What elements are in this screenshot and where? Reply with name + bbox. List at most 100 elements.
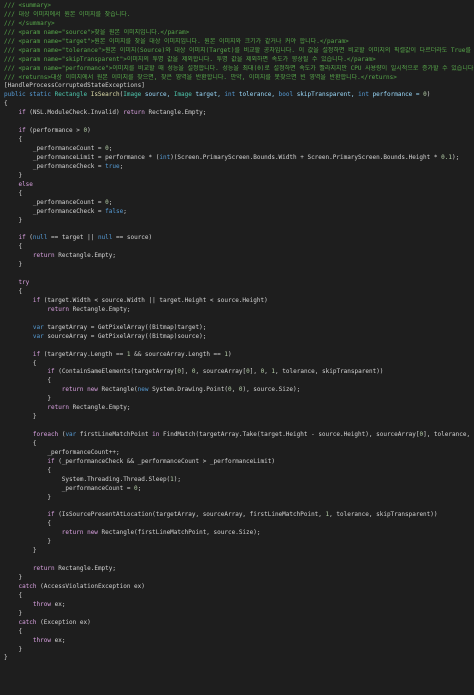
code-line: catch (AccessViolationException ex) (4, 583, 474, 592)
code-line: _performanceCheck = false; (4, 208, 474, 217)
code-token-control: if (32, 296, 44, 304)
code-token-plain: [HandleProcessCorruptedStateExceptions] (4, 82, 145, 90)
code-editor[interactable]: /// <summary>/// 대상 이미지에서 원본 이미지를 찾습니다. /… (0, 0, 474, 695)
code-token-plain: { (4, 439, 37, 447)
code-token-plain: } (4, 538, 51, 546)
code-line: else (4, 181, 474, 190)
code-token-type: Rectangle (54, 91, 91, 99)
code-line: if (ContainSameElements(targetArray[0], … (4, 368, 474, 377)
code-line: /// <param name="skipTransparent">이미지의 투… (4, 56, 474, 65)
code-token-plain: firstLineMatchPoint (79, 431, 153, 438)
code-line: } (4, 646, 474, 655)
code-line: _performanceCount++; (4, 449, 474, 458)
code-token-control: catch (18, 618, 41, 626)
code-line: var targetArray = GetPixelArray((Bitmap)… (4, 324, 474, 333)
code-line: } (4, 654, 474, 663)
code-line: { (4, 243, 474, 252)
code-line: _performanceCount = 0; (4, 145, 474, 154)
code-line: } (4, 217, 474, 226)
code-token-comment: /// <param name="tolerance">원본 이미지(Sourc… (4, 46, 471, 54)
code-view[interactable]: /// <summary>/// 대상 이미지에서 원본 이미지를 찾습니다. /… (4, 2, 474, 663)
code-line: return Rectangle.Empty; (4, 252, 474, 261)
code-token-comment: /// <returns>대상 이미지에서 원본 이미지를 찾으면, 찾은 영역… (4, 73, 397, 81)
code-token-plain: ); (451, 153, 460, 161)
code-line: /// 대상 이미지에서 원본 이미지를 찾습니다. (4, 11, 474, 20)
code-token-plain: ; (137, 484, 142, 492)
code-line: if (NSL.ModuleCheck.Invalid) return Rect… (4, 109, 474, 118)
code-token-comment: /// <summary> (4, 2, 51, 9)
code-token-plain: } (4, 395, 51, 403)
code-line: { (4, 467, 474, 476)
code-token-plain: ), source.Size); (242, 386, 301, 394)
code-token-plain: Rectangle.Empty; (58, 252, 116, 260)
code-token-plain: ], (249, 368, 261, 376)
code-token-plain: { (4, 591, 23, 599)
code-line: return Rectangle.Empty; (4, 306, 474, 315)
code-token-plain: (NSL.ModuleCheck.Invalid) (29, 109, 124, 117)
code-token-control: throw (32, 636, 55, 644)
code-line: /// <param name="target">원본 이미지를 찾을 대상 이… (4, 38, 474, 47)
code-token-comment: /// 대상 이미지에서 원본 이미지를 찾습니다. (4, 10, 131, 18)
code-token-plain: Rectangle.Empty; (148, 109, 207, 117)
code-token-plain: _performanceCount = (4, 484, 135, 492)
code-line: } (4, 494, 474, 503)
code-line: /// </summary> (4, 20, 474, 29)
code-token-control: if (47, 511, 59, 519)
code-token-keyword: true (105, 162, 120, 170)
code-line: if (IsSourcePresentAtLocation(targetArra… (4, 511, 474, 520)
code-token-control: return (32, 252, 59, 260)
code-line: } (4, 172, 474, 181)
code-token-param: performance = (372, 91, 424, 99)
code-token-plain: _performanceLimit = performance * ( (4, 153, 160, 161)
code-token-plain: (ContainSameElements(targetArray[ (58, 368, 178, 376)
code-token-keyword: new (137, 386, 153, 394)
code-token-control: return (47, 305, 73, 313)
code-line: return new Rectangle(new System.Drawing.… (4, 386, 474, 395)
code-token-plain: , sourceArray[ (195, 368, 247, 376)
code-token-comment: /// <param name="skipTransparent">이미지의 투… (4, 55, 376, 63)
code-token-control: throw (32, 600, 55, 608)
code-token-param: source, (144, 91, 174, 99)
code-line: if (targetArray.Length == 1 && sourceArr… (4, 351, 474, 360)
code-token-plain: } (4, 261, 23, 269)
code-line: /// <param name="source">찾을 원본 이미지입니다.</… (4, 29, 474, 38)
code-token-plain: ], (181, 368, 192, 376)
code-token-plain: ; (108, 145, 113, 152)
code-token-keyword: int (159, 153, 171, 161)
code-token-plain: ) (426, 91, 431, 99)
code-line: /// <param name="performance">이미지를 비교할 때… (4, 65, 474, 74)
code-token-plain: , tolerance, skipTransparent)) (329, 511, 438, 519)
code-token-control: if (47, 368, 59, 376)
code-line: { (4, 440, 474, 449)
code-token-plain: } (4, 654, 8, 662)
code-token-plain: { (4, 189, 23, 197)
code-token-plain: , tolerance, skipTransparent)) (275, 368, 384, 376)
code-token-keyword: null (32, 234, 51, 242)
code-token-control: foreach (32, 431, 62, 438)
code-token-plain: sourceArray = GetPixelArray((Bitmap)sour… (47, 332, 207, 340)
code-line: try (4, 279, 474, 288)
code-line: { (4, 136, 474, 145)
code-token-plain: ) (228, 350, 232, 358)
code-token-control: return (123, 109, 149, 117)
code-token-plain: { (4, 359, 37, 367)
code-token-control: in (152, 431, 163, 438)
code-line: if (performance > 0) (4, 127, 474, 136)
code-token-plain: (_performanceCheck && _performanceCount … (58, 457, 275, 465)
code-line: { (4, 592, 474, 601)
code-line: public static Rectangle IsSearch(Image s… (4, 91, 474, 100)
code-token-plain: _performanceCheck = (4, 207, 106, 215)
code-token-plain: ; (119, 162, 124, 170)
